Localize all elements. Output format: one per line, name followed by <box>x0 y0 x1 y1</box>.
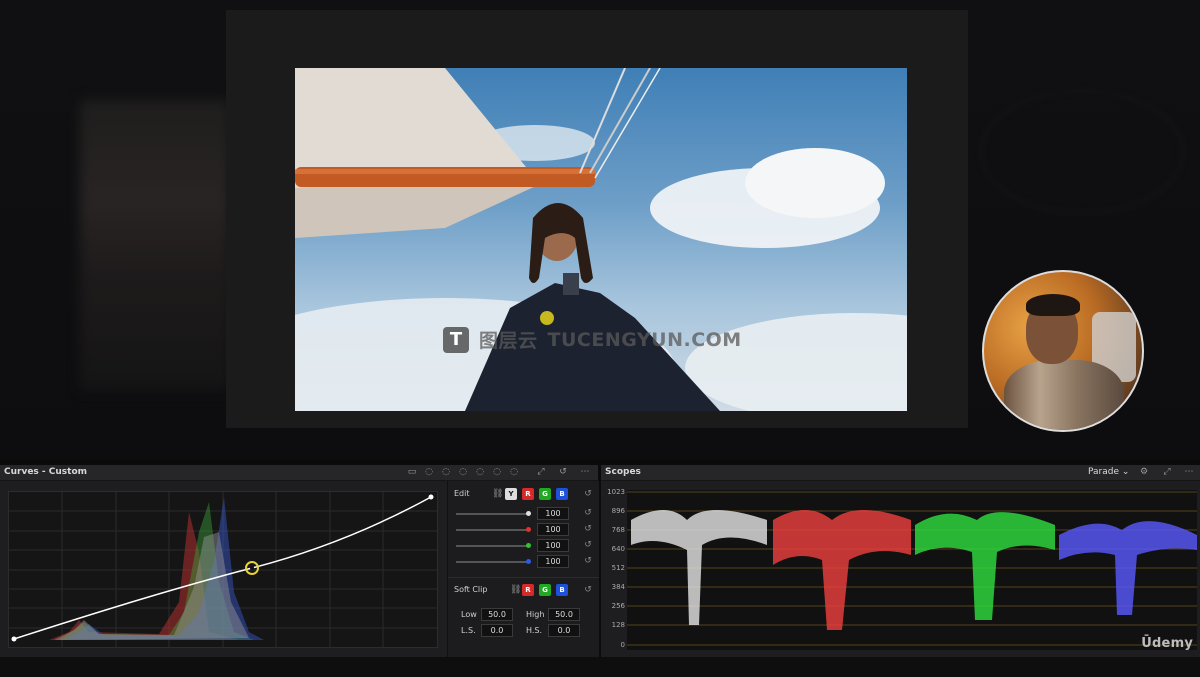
sat-vs-lum-icon[interactable]: ◌ <box>509 467 519 477</box>
watermark: T 图层云 TUCENGYUN.COM <box>443 326 742 353</box>
blue-intensity-value[interactable]: 100 <box>537 555 569 568</box>
high-value[interactable]: 50.0 <box>548 608 580 621</box>
scale-label-768: 768 <box>611 526 625 534</box>
softclip-g-button[interactable]: G <box>539 584 551 596</box>
video-viewer: T 图层云 TUCENGYUN.COM <box>226 10 968 428</box>
edit-reset-icon[interactable]: ↺ <box>583 489 593 499</box>
watermark-logo-icon: T <box>443 326 469 353</box>
hue-vs-hue-icon[interactable]: ◌ <box>424 467 434 477</box>
scope-settings-icon[interactable]: ⚙ <box>1139 467 1149 477</box>
high-label: High <box>526 610 545 619</box>
scale-label-896: 896 <box>611 507 625 515</box>
more-options-icon[interactable]: ⋯ <box>580 467 590 477</box>
soft-clip-link-icon[interactable]: ⛓ <box>510 585 521 595</box>
scale-label-128: 128 <box>611 621 625 629</box>
instructor-body <box>1004 360 1124 430</box>
blue-reset-icon[interactable]: ↺ <box>583 556 593 566</box>
parade-trace-red <box>773 510 911 630</box>
parade-scope <box>627 490 1197 650</box>
blurred-background-shape <box>980 90 1184 214</box>
bottom-strip <box>0 657 1200 677</box>
chevron-down-icon: ⌄ <box>1121 467 1130 477</box>
channel-b-button[interactable]: B <box>556 488 568 500</box>
scope-expand-icon[interactable]: ⤢ <box>1162 467 1172 477</box>
curves-panel-header: Curves - Custom ▭ ◌ ◌ ◌ ◌ ◌ ◌ ⤢ ↺ ⋯ <box>0 465 598 481</box>
blue-intensity-slider[interactable] <box>456 561 528 563</box>
softclip-reset-icon[interactable]: ↺ <box>583 585 593 595</box>
scopes-panel-header: Scopes Parade ⌄ ⚙ ⤢ ⋯ <box>601 465 1200 481</box>
scale-label-0: 0 <box>620 641 625 649</box>
low-label: Low <box>461 610 477 619</box>
red-reset-icon[interactable]: ↺ <box>583 524 593 534</box>
low-value[interactable]: 50.0 <box>481 608 513 621</box>
reset-all-icon[interactable]: ↺ <box>558 467 568 477</box>
scope-mode-label: Parade <box>1088 467 1120 477</box>
scale-label-640: 640 <box>611 545 625 553</box>
scale-label-512: 512 <box>611 564 625 572</box>
red-intensity-value[interactable]: 100 <box>537 523 569 536</box>
parade-trace-green <box>915 512 1055 620</box>
curve-point-white[interactable] <box>428 494 434 500</box>
instructor-hair <box>1026 294 1080 316</box>
luma-intensity-slider[interactable] <box>456 513 528 515</box>
hs-value[interactable]: 0.0 <box>548 624 580 637</box>
scope-more-options-icon[interactable]: ⋯ <box>1184 467 1194 477</box>
scale-label-256: 256 <box>611 602 625 610</box>
red-slider-handle[interactable] <box>526 527 531 532</box>
curve-graph-svg[interactable] <box>9 492 437 647</box>
red-intensity-slider[interactable] <box>456 529 528 531</box>
luma-slider-handle[interactable] <box>526 511 531 516</box>
soft-clip-label: Soft Clip <box>454 585 488 594</box>
green-intensity-slider[interactable] <box>456 545 528 547</box>
frame-illustration <box>295 68 907 411</box>
hs-label: H.S. <box>526 626 543 635</box>
watermark-brand-cn: 图层云 <box>479 330 538 352</box>
curve-graph[interactable] <box>8 491 438 648</box>
scopes-panel: Scopes Parade ⌄ ⚙ ⤢ ⋯ 1023 896 768 640 5… <box>601 465 1200 657</box>
hue-vs-lum-icon[interactable]: ◌ <box>458 467 468 477</box>
scope-mode-dropdown[interactable]: Parade ⌄ <box>1088 467 1129 477</box>
ls-label: L.S. <box>461 626 476 635</box>
scale-label-1023: 1023 <box>607 488 625 496</box>
softclip-r-button[interactable]: R <box>522 584 534 596</box>
sat-vs-sat-icon[interactable]: ◌ <box>492 467 502 477</box>
channel-r-button[interactable]: R <box>522 488 534 500</box>
luma-intensity-value[interactable]: 100 <box>537 507 569 520</box>
histogram-luma <box>54 532 249 640</box>
channel-g-button[interactable]: G <box>539 488 551 500</box>
watermark-brand-en: TUCENGYUN.COM <box>547 328 742 351</box>
scopes-panel-title: Scopes <box>605 467 641 477</box>
udemy-logo: Ūdemy <box>1141 636 1193 651</box>
link-icon[interactable]: ⛓ <box>492 489 503 499</box>
luma-reset-icon[interactable]: ↺ <box>583 508 593 518</box>
curves-panel: Curves - Custom ▭ ◌ ◌ ◌ ◌ ◌ ◌ ⤢ ↺ ⋯ Edit… <box>0 465 599 657</box>
instructor-webcam <box>982 270 1144 432</box>
green-slider-handle[interactable] <box>526 543 531 548</box>
expand-icon[interactable]: ⤢ <box>536 467 546 477</box>
green-reset-icon[interactable]: ↺ <box>583 540 593 550</box>
edit-column: Edit ⛓ Y R G B ↺ 100 ↺ 100 ↺ 100 ↺ 100 ↺… <box>447 481 599 657</box>
edit-label: Edit <box>454 489 470 498</box>
lum-vs-sat-icon[interactable]: ◌ <box>475 467 485 477</box>
divider <box>448 577 599 578</box>
ls-value[interactable]: 0.0 <box>481 624 513 637</box>
scale-label-384: 384 <box>611 583 625 591</box>
hue-vs-sat-icon[interactable]: ◌ <box>441 467 451 477</box>
parade-trace-white <box>631 510 767 625</box>
video-frame: T 图层云 TUCENGYUN.COM <box>295 68 907 411</box>
blurred-background-shape <box>80 100 230 390</box>
curve-point-black[interactable] <box>11 636 17 642</box>
parade-scope-svg <box>627 491 1197 646</box>
curves-panel-title: Curves - Custom <box>4 467 88 477</box>
softclip-b-button[interactable]: B <box>556 584 568 596</box>
green-intensity-value[interactable]: 100 <box>537 539 569 552</box>
blue-slider-handle[interactable] <box>526 559 531 564</box>
channel-y-button[interactable]: Y <box>505 488 517 500</box>
curve-mode-icon[interactable]: ▭ <box>407 467 417 477</box>
